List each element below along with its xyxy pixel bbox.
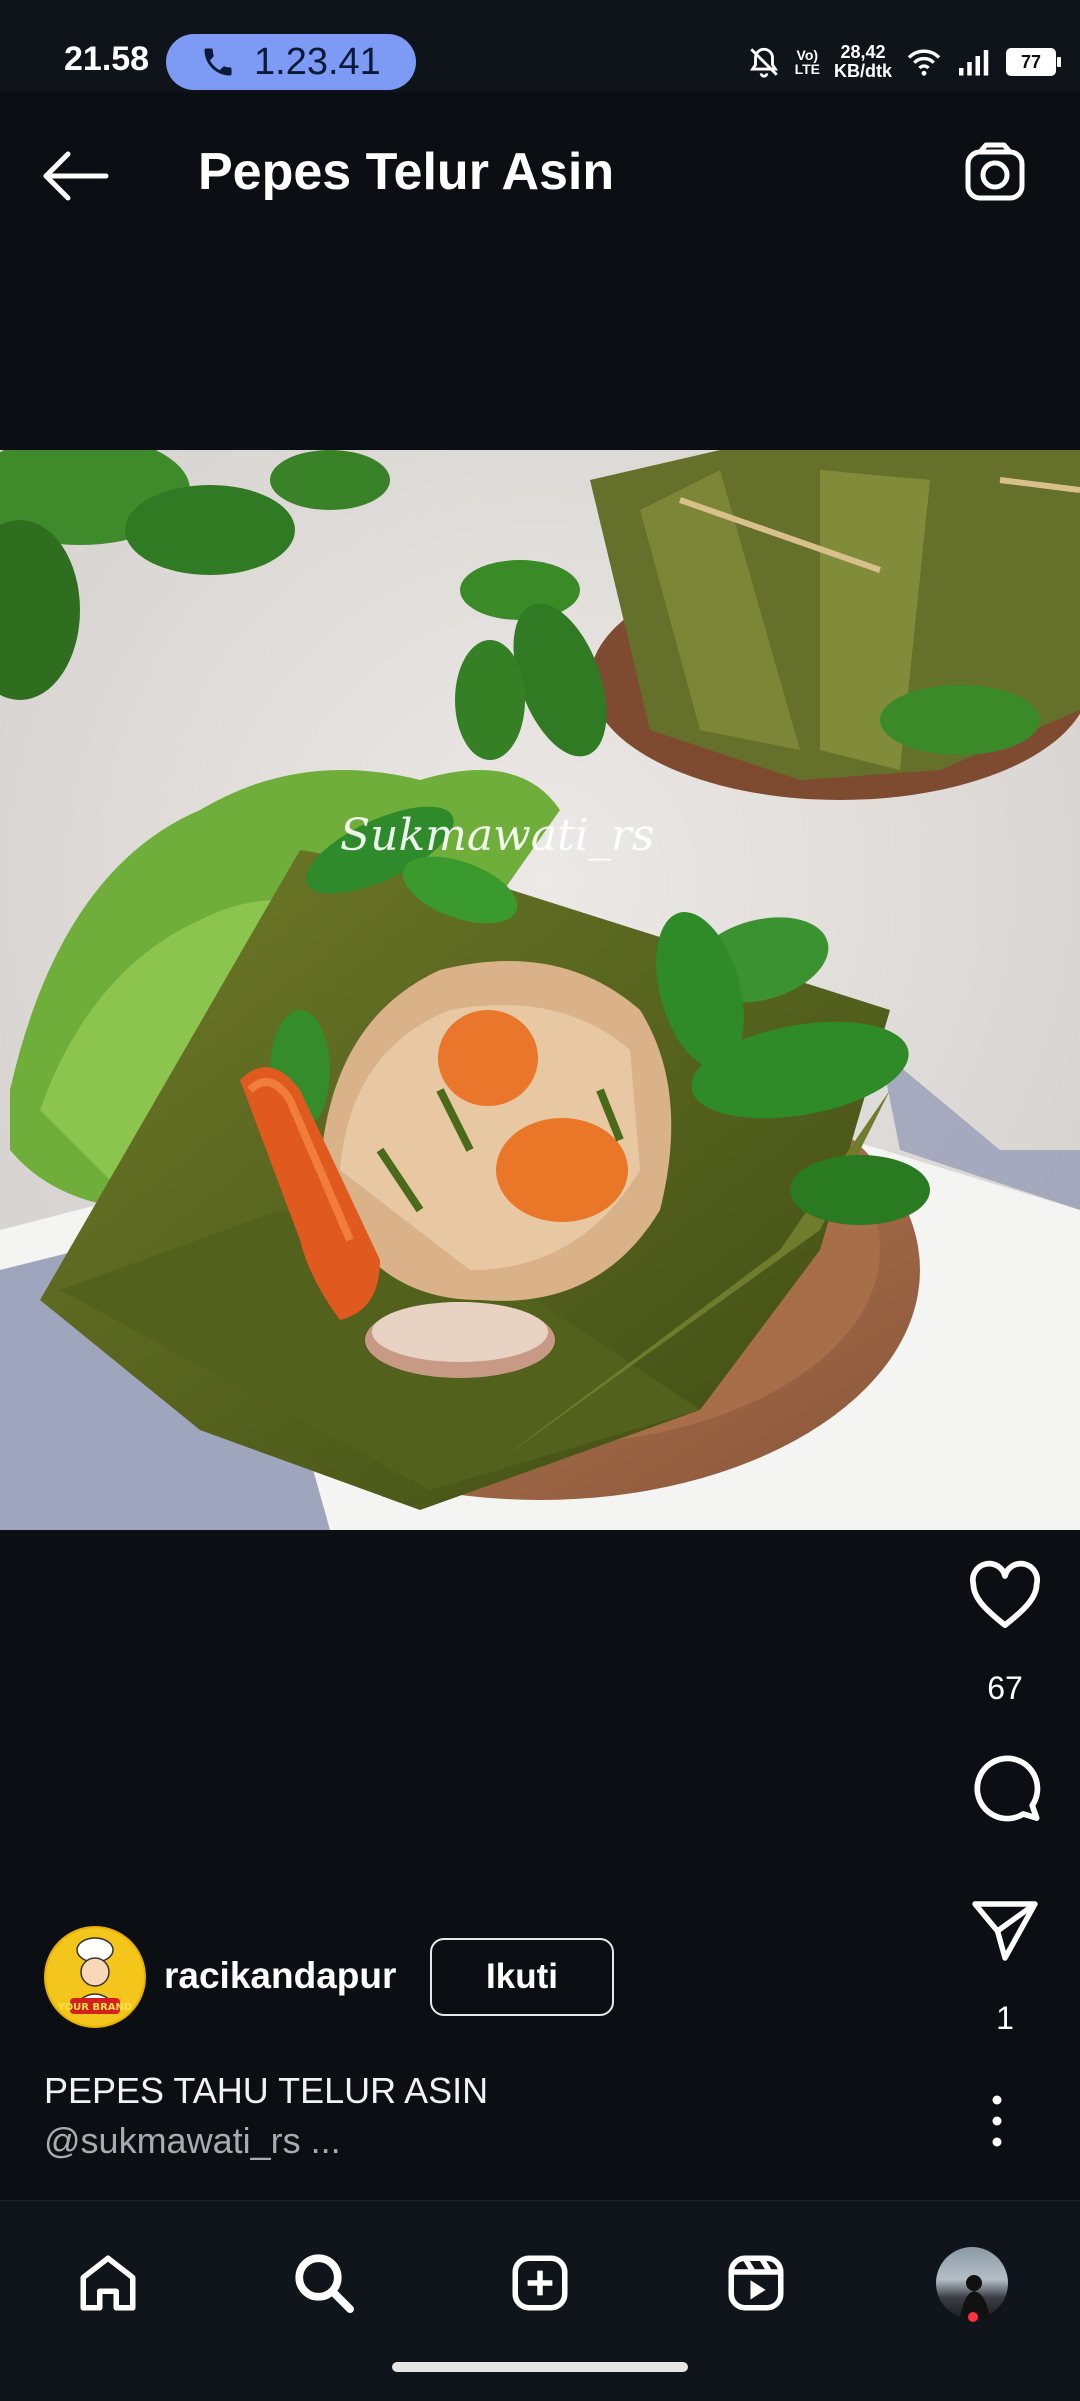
profile-avatar xyxy=(936,2247,1008,2319)
more-options-icon[interactable] xyxy=(980,2090,1014,2152)
comment-button[interactable] xyxy=(930,1750,1080,1826)
back-arrow-icon[interactable] xyxy=(40,146,112,206)
follow-button[interactable]: Ikuti xyxy=(430,1938,614,2016)
ongoing-call-chip[interactable]: 1.23.41 xyxy=(166,34,416,90)
brand-logo-icon: YOUR BRAND xyxy=(47,1929,143,2025)
status-bar: 21.58 1.23.41 Vo) LTE 28,42 KB/dtk 77 xyxy=(0,0,1080,92)
clock: 21.58 xyxy=(64,40,150,78)
send-icon xyxy=(972,1901,1038,1961)
heart-icon xyxy=(970,1560,1040,1628)
volte-indicator: Vo) LTE xyxy=(794,47,820,77)
reels-icon xyxy=(728,2255,784,2311)
camera-icon[interactable] xyxy=(962,140,1028,206)
like-count[interactable]: 67 xyxy=(930,1670,1080,1707)
wifi-icon xyxy=(907,49,941,76)
call-timer: 1.23.41 xyxy=(254,40,381,83)
author-username[interactable]: racikandapur xyxy=(164,1955,396,1997)
phone-icon xyxy=(204,48,232,76)
comment-icon xyxy=(974,1755,1041,1822)
photo-watermark: Sukmawati_rs xyxy=(340,810,655,861)
user-silhouette-icon xyxy=(960,2275,990,2319)
search-icon xyxy=(295,2254,354,2313)
author-avatar[interactable]: YOUR BRAND xyxy=(44,1926,146,2028)
signal-icon xyxy=(959,50,989,76)
network-speed: 28,42 KB/dtk xyxy=(834,42,892,81)
nav-search[interactable] xyxy=(274,2233,374,2333)
status-icons: Vo) LTE 28,42 KB/dtk 77 xyxy=(747,38,1061,86)
create-post-icon xyxy=(512,2255,568,2311)
battery-icon: 77 xyxy=(1006,48,1061,76)
post-header: Pepes Telur Asin xyxy=(0,92,1080,252)
page-title: Pepes Telur Asin xyxy=(198,143,615,201)
nav-home[interactable] xyxy=(58,2233,158,2333)
notification-dot xyxy=(968,2312,978,2322)
home-indicator[interactable] xyxy=(392,2362,688,2372)
bell-off-icon xyxy=(749,47,778,78)
nav-reels[interactable] xyxy=(706,2233,806,2333)
nav-create[interactable] xyxy=(490,2233,590,2333)
share-button[interactable] xyxy=(930,1898,1080,1964)
share-count: 1 xyxy=(996,2000,1014,2036)
like-button[interactable] xyxy=(930,1560,1080,1630)
food-photo xyxy=(0,450,1080,1530)
caption-title: PEPES TAHU TELUR ASIN xyxy=(44,2070,489,2111)
post-image[interactable]: Sukmawati_rs xyxy=(0,450,1080,1530)
svg-text:YOUR BRAND: YOUR BRAND xyxy=(57,2002,132,2013)
caption-mention[interactable]: @sukmawati_rs ... xyxy=(44,2120,341,2162)
home-icon xyxy=(80,2255,136,2311)
